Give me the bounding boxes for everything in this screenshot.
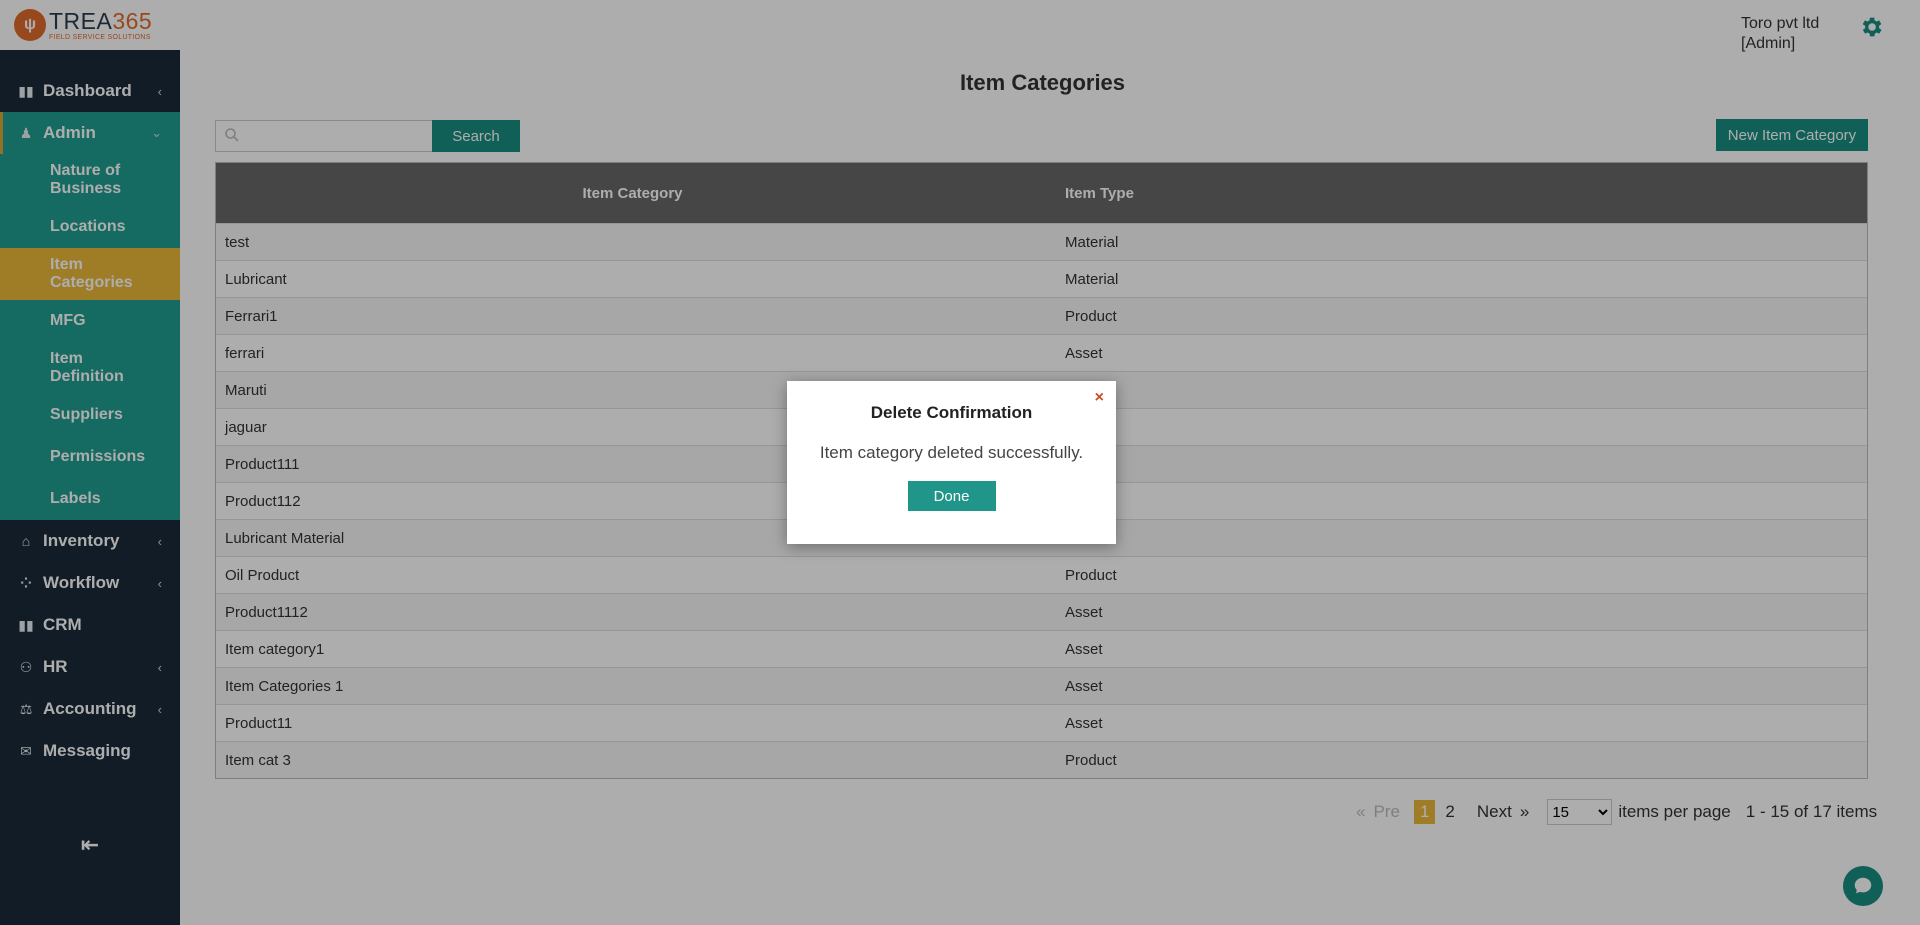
dialog-title: Delete Confirmation — [870, 403, 1033, 422]
delete-confirmation-dialog: × Delete Confirmation Item category dele… — [787, 381, 1116, 544]
close-icon[interactable]: × — [1095, 389, 1104, 407]
dialog-message: Item category deleted successfully. — [819, 443, 1084, 462]
done-button[interactable]: Done — [907, 481, 996, 511]
